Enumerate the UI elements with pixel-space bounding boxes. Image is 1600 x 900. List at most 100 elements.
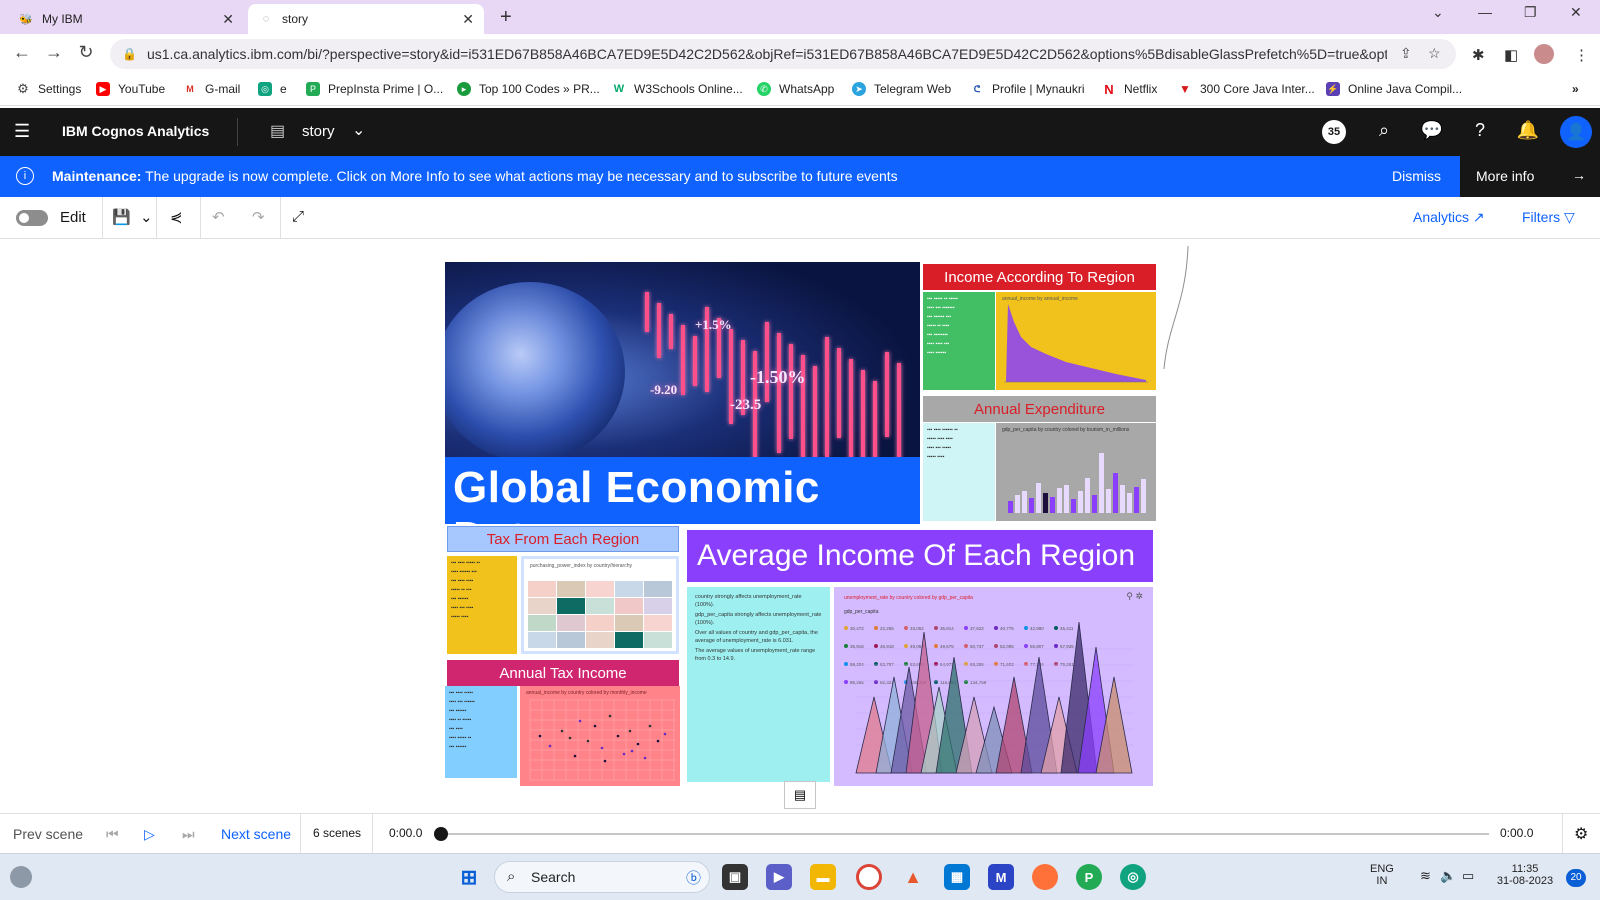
teams-icon[interactable]: ▶ bbox=[766, 864, 792, 890]
chevron-down-icon[interactable]: ⌄ bbox=[1432, 4, 1444, 21]
timeline-handle[interactable] bbox=[434, 827, 448, 841]
language-indicator[interactable]: ENG IN bbox=[1370, 863, 1394, 887]
treemap-cell bbox=[644, 581, 672, 597]
user-avatar-icon[interactable]: 👤 bbox=[1560, 116, 1592, 148]
bookmark-top100[interactable]: ▸ Top 100 Codes » PR... bbox=[457, 82, 600, 96]
notification-badge[interactable]: 20 bbox=[1566, 869, 1586, 887]
weather-icon[interactable] bbox=[10, 866, 32, 888]
bookmark-settings[interactable]: ⚙ Settings bbox=[16, 81, 81, 96]
bar-mark bbox=[1120, 485, 1125, 513]
new-tab-icon[interactable]: + bbox=[500, 6, 512, 29]
bookmark-telegram[interactable]: ➤ Telegram Web bbox=[852, 82, 951, 96]
settings-gear-icon[interactable]: ⚙ bbox=[1574, 824, 1588, 844]
hero-number: -1.50% bbox=[750, 367, 806, 387]
minimize-icon[interactable]: — bbox=[1478, 4, 1492, 20]
income-region-chart[interactable]: annual_income by annual_income bbox=[996, 292, 1156, 390]
clock[interactable]: 11:35 31-08-2023 bbox=[1494, 863, 1556, 887]
edit-toggle[interactable] bbox=[16, 210, 48, 226]
kebab-menu-icon[interactable]: ⋮ bbox=[1574, 46, 1589, 64]
taskbar-search[interactable]: ⌕ Search ⓑ bbox=[494, 861, 710, 893]
close-window-icon[interactable]: ✕ bbox=[1570, 4, 1582, 21]
notes-icon[interactable]: ▤ bbox=[784, 781, 816, 809]
scene-count[interactable]: 6 scenes bbox=[313, 826, 361, 840]
next-scene-button[interactable]: Next scene bbox=[221, 826, 291, 842]
forward-icon[interactable]: → bbox=[42, 42, 66, 63]
more-bookmarks-icon[interactable]: » bbox=[1572, 82, 1579, 96]
star-icon[interactable]: ☆ bbox=[1428, 45, 1441, 62]
firefox-icon[interactable] bbox=[1032, 864, 1058, 890]
bookmark-naukri[interactable]: ᕦ Profile | Mynaukri bbox=[970, 82, 1085, 96]
bookmark-e[interactable]: ◎ e bbox=[258, 82, 287, 96]
bookmark-netflix[interactable]: N Netflix bbox=[1102, 82, 1157, 97]
mathway-icon[interactable]: M bbox=[988, 864, 1014, 890]
save-icon[interactable]: 💾 bbox=[112, 208, 131, 226]
reload-icon[interactable]: ↻ bbox=[74, 42, 98, 63]
info-icon: i bbox=[16, 167, 34, 185]
bookmark-youtube[interactable]: ▶ YouTube bbox=[96, 82, 165, 96]
skip-back-icon[interactable]: ⏮ bbox=[106, 826, 119, 843]
chevron-down-icon[interactable]: ⌄ bbox=[352, 120, 365, 140]
filters-button[interactable]: Filters ▽ bbox=[1522, 209, 1575, 226]
search-icon[interactable]: ⌕ bbox=[1372, 120, 1396, 141]
tab-my-ibm[interactable]: 🐝 My IBM ✕ bbox=[8, 4, 244, 34]
bookmark-prepinsta[interactable]: P PrepInsta Prime | O... bbox=[306, 82, 443, 96]
timeline-track[interactable] bbox=[441, 833, 1489, 835]
matlab-icon[interactable]: ▲ bbox=[900, 864, 926, 890]
annual-expenditure-chart[interactable]: gdp_per_capita by country colored by tou… bbox=[996, 423, 1156, 521]
windows-start-icon[interactable]: ⊞ bbox=[456, 864, 482, 890]
chrome-icon[interactable] bbox=[856, 864, 882, 890]
dismiss-button[interactable]: Dismiss bbox=[1392, 168, 1441, 184]
file-explorer-icon[interactable]: ▬ bbox=[810, 864, 836, 890]
avg-income-title: Average Income Of Each Region bbox=[687, 530, 1153, 582]
bookmark-gmail[interactable]: M G-mail bbox=[183, 82, 240, 96]
prepinsta-taskbar-icon[interactable]: P bbox=[1076, 864, 1102, 890]
analytics-button[interactable]: Analytics ↗ bbox=[1413, 209, 1485, 226]
bookmark-compiler[interactable]: ⚡ Online Java Compil... bbox=[1326, 82, 1462, 96]
profile-avatar[interactable] bbox=[1534, 44, 1554, 64]
chat-icon[interactable]: 💬 bbox=[1420, 120, 1444, 141]
tab-story[interactable]: ◌ story ✕ bbox=[248, 4, 484, 34]
redo-icon[interactable]: ↷ bbox=[252, 208, 265, 226]
compiler-icon: ⚡ bbox=[1326, 82, 1340, 96]
chevron-down-icon[interactable]: ⌄ bbox=[140, 208, 153, 226]
annual-expenditure-insights: ▪▪▪ ▪▪▪▪ ▪▪▪▪▪▪ ▪▪ ▪▪▪▪▪ ▪▪▪▪ ▪▪▪▪ ▪▪▪▪ ▪▪… bbox=[923, 423, 995, 521]
back-icon[interactable]: ← bbox=[10, 42, 34, 63]
url-field[interactable]: 🔒 us1.ca.analytics.ibm.com/bi/?perspecti… bbox=[110, 39, 1456, 69]
share-icon[interactable]: ⇪ bbox=[1400, 45, 1412, 62]
bookmark-whatsapp[interactable]: ✆ WhatsApp bbox=[757, 82, 834, 96]
skip-forward-icon[interactable]: ⏭ bbox=[182, 826, 195, 843]
bookmark-w3schools[interactable]: W W3Schools Online... bbox=[612, 82, 743, 96]
fullscreen-icon[interactable]: ⤢ bbox=[292, 208, 304, 225]
notification-count-badge[interactable]: 35 bbox=[1322, 120, 1346, 144]
sidepanel-icon[interactable]: ◧ bbox=[1504, 46, 1518, 64]
tax-region-treemap[interactable]: purchasing_power_index by country/hierar… bbox=[521, 556, 679, 654]
annual-tax-scatter[interactable]: annual_income by country colored by mont… bbox=[520, 686, 680, 786]
decorative-curve bbox=[1163, 245, 1189, 370]
play-icon[interactable]: ▷ bbox=[144, 826, 155, 843]
candle-mark bbox=[693, 336, 697, 386]
task-view-icon[interactable]: ▣ bbox=[722, 864, 748, 890]
candle-mark bbox=[825, 337, 829, 457]
share-icon[interactable]: ⋞ bbox=[170, 208, 183, 226]
volume-icon[interactable]: 🔈 bbox=[1440, 868, 1456, 884]
chatgpt-icon: ◎ bbox=[258, 82, 272, 96]
store-icon[interactable]: ▦ bbox=[944, 864, 970, 890]
hamburger-menu-icon[interactable]: ☰ bbox=[14, 121, 30, 142]
url-text: us1.ca.analytics.ibm.com/bi/?perspective… bbox=[146, 46, 1387, 62]
prev-scene-button[interactable]: Prev scene bbox=[13, 826, 83, 842]
restore-icon[interactable]: ❐ bbox=[1524, 4, 1537, 21]
chart-title: gdp_per_capita by country colored by tou… bbox=[1002, 427, 1130, 433]
chatgpt-taskbar-icon[interactable]: ◎ bbox=[1120, 864, 1146, 890]
close-icon[interactable]: ✕ bbox=[462, 11, 474, 28]
avg-income-chart[interactable]: unemployment_rate by country colored by … bbox=[834, 587, 1153, 786]
bell-icon[interactable]: 🔔 bbox=[1516, 120, 1540, 141]
bookmark-java[interactable]: ▼ 300 Core Java Inter... bbox=[1178, 82, 1315, 96]
battery-icon[interactable]: ▭ bbox=[1462, 868, 1474, 884]
extensions-icon[interactable]: ✱ bbox=[1472, 46, 1485, 64]
close-icon[interactable]: ✕ bbox=[222, 11, 234, 28]
story-title[interactable]: story bbox=[302, 123, 335, 140]
help-icon[interactable]: ? bbox=[1468, 120, 1492, 141]
wifi-icon[interactable]: ≋ bbox=[1420, 868, 1431, 884]
undo-icon[interactable]: ↶ bbox=[212, 208, 225, 226]
more-info-button[interactable]: More info → bbox=[1460, 156, 1600, 197]
